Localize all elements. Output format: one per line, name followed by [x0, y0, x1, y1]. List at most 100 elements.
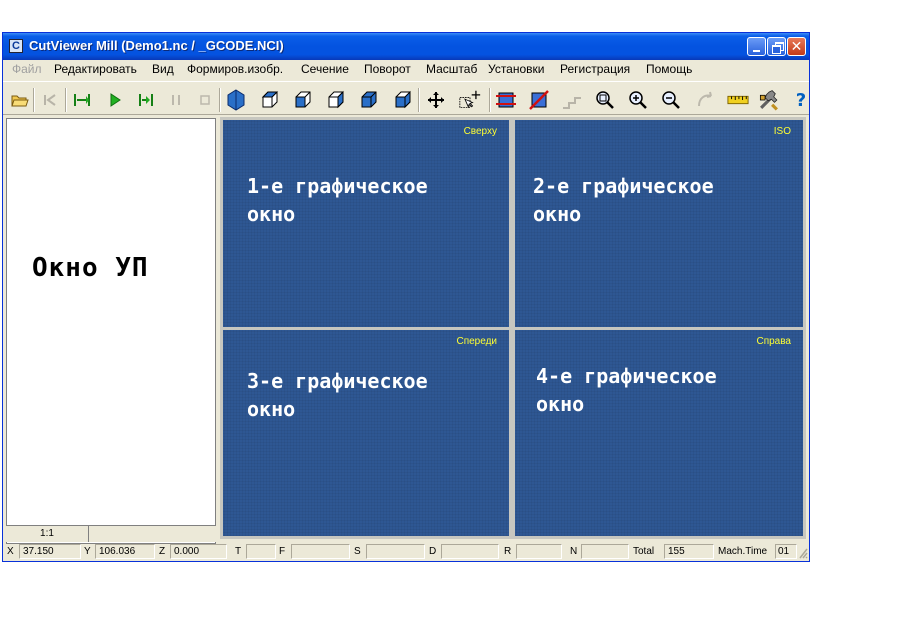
- play-button[interactable]: [104, 89, 126, 111]
- status-mach-time-field: 01: [775, 544, 797, 559]
- graphics-window-2[interactable]: ISO 2-е графическое окно: [512, 117, 806, 330]
- status-total-field: 155: [664, 544, 714, 559]
- graphics-window-1[interactable]: Сверху 1-е графическое окно: [220, 117, 512, 330]
- cube-view-4-icon: [361, 91, 377, 108]
- status-z-label: Z: [159, 546, 166, 557]
- cube-view-3-button[interactable]: [325, 89, 347, 111]
- pause-button[interactable]: [165, 89, 187, 111]
- status-bar: X 37.150 Y 106.036 Z 0.000 T F S D R N T…: [3, 542, 809, 561]
- ruler-button[interactable]: [727, 89, 749, 111]
- graphics-window-3[interactable]: Спереди 3-е графическое окно: [220, 327, 512, 539]
- iso-view-solid-button[interactable]: [225, 89, 247, 111]
- status-z-field: 0.000: [170, 544, 227, 559]
- menu-scale[interactable]: Масштаб: [426, 62, 477, 76]
- graphics-window-4-label: 4-е графическое окно: [536, 364, 717, 416]
- step-back-button[interactable]: [39, 89, 61, 111]
- status-n-label: N: [570, 546, 578, 557]
- close-icon: ✕: [790, 38, 803, 55]
- app-window: C CutViewer Mill (Demo1.nc / _GCODE.NCI)…: [2, 32, 810, 562]
- section-cut-icon: [529, 90, 549, 110]
- view-label-iso: ISO: [773, 126, 791, 137]
- step-forward-button[interactable]: [135, 89, 157, 111]
- menu-render[interactable]: Формиров.изобр.: [187, 62, 283, 76]
- rewind-start-button[interactable]: [71, 89, 93, 111]
- status-mach-time-value: 01: [778, 546, 790, 557]
- ruler-icon: [727, 95, 749, 105]
- help-icon: ?: [795, 89, 807, 111]
- status-r-field: [516, 544, 562, 559]
- status-total-label: Total: [633, 546, 655, 557]
- stop-button[interactable]: [194, 89, 216, 111]
- status-y-label: Y: [84, 546, 91, 557]
- status-d-field: [441, 544, 499, 559]
- view-label-top: Сверху: [463, 126, 497, 137]
- zoom-window-icon: [596, 91, 614, 109]
- section-box-icon: [496, 92, 516, 108]
- pan-move-button[interactable]: [425, 89, 447, 111]
- settings-tools-button[interactable]: [758, 89, 780, 111]
- cube-view-1-button[interactable]: [259, 89, 281, 111]
- status-f-field: [291, 544, 350, 559]
- zoom-in-button[interactable]: [627, 89, 649, 111]
- menu-file[interactable]: Файл: [12, 62, 42, 76]
- step-forward-icon: [139, 94, 153, 106]
- nc-zoom-bar: 1:1: [6, 525, 216, 542]
- menu-rotate[interactable]: Поворот: [364, 62, 411, 76]
- nc-program-label: Окно УП: [32, 253, 149, 283]
- menu-registration[interactable]: Регистрация: [560, 62, 630, 76]
- status-t-field: [246, 544, 276, 559]
- nc-program-pane[interactable]: Окно УП: [6, 118, 216, 544]
- resize-grip-icon[interactable]: [798, 547, 808, 559]
- status-s-label: S: [354, 546, 361, 557]
- menu-settings[interactable]: Установки: [488, 62, 544, 76]
- graphics-window-4[interactable]: Справа 4-е графическое окно: [512, 327, 806, 539]
- zoom-window-button[interactable]: [594, 89, 616, 111]
- rotate-icon: [698, 91, 712, 107]
- restore-button[interactable]: [767, 37, 786, 56]
- minimize-icon: [753, 49, 760, 52]
- status-y-value: 106.036: [99, 546, 136, 557]
- window-title: CutViewer Mill (Demo1.nc / _GCODE.NCI): [29, 38, 284, 53]
- rewind-start-icon: [74, 94, 90, 106]
- menu-edit[interactable]: Редактировать: [54, 62, 137, 76]
- status-total-value: 155: [668, 546, 685, 557]
- open-folder-button[interactable]: [9, 89, 31, 111]
- settings-tools-icon: [759, 90, 778, 111]
- pause-icon: [172, 95, 180, 105]
- status-n-field: [581, 544, 629, 559]
- select-pointer-button[interactable]: [459, 89, 481, 111]
- cube-view-5-button[interactable]: [392, 89, 414, 111]
- rotate-button[interactable]: [694, 89, 716, 111]
- section-cut-button[interactable]: [528, 89, 550, 111]
- status-x-label: X: [7, 546, 14, 557]
- graphics-window-1-label: 1-е графическое окно: [247, 174, 428, 226]
- cube-view-2-button[interactable]: [292, 89, 314, 111]
- stop-icon: [200, 95, 210, 105]
- menu-view[interactable]: Вид: [152, 62, 174, 76]
- section-box-button[interactable]: [495, 89, 517, 111]
- open-folder-icon: [11, 95, 29, 107]
- cube-view-4-button[interactable]: [358, 89, 380, 111]
- menu-section[interactable]: Сечение: [301, 62, 349, 76]
- play-icon: [110, 93, 121, 107]
- view-label-front: Спереди: [456, 336, 497, 347]
- status-mach-time-label: Mach.Time: [718, 546, 768, 557]
- menu-help[interactable]: Помощь: [646, 62, 692, 76]
- zoom-out-icon: [662, 91, 680, 109]
- view-label-right: Справа: [756, 336, 791, 347]
- zoom-out-button[interactable]: [660, 89, 682, 111]
- minimize-button[interactable]: [747, 37, 766, 56]
- zoom-in-icon: [629, 91, 647, 109]
- status-r-label: R: [504, 546, 512, 557]
- help-button[interactable]: ?: [790, 89, 812, 111]
- close-button[interactable]: ✕: [787, 37, 806, 56]
- title-bar[interactable]: C CutViewer Mill (Demo1.nc / _GCODE.NCI)…: [3, 33, 809, 60]
- cube-view-1-icon: [261, 91, 279, 108]
- menu-bar: Файл Редактировать Вид Формиров.изобр. С…: [3, 60, 809, 79]
- section-steps-button[interactable]: [561, 89, 583, 111]
- status-y-field: 106.036: [95, 544, 155, 559]
- graphics-window-3-label: 3-е графическое окно: [247, 369, 428, 421]
- app-icon[interactable]: C: [9, 39, 23, 53]
- status-f-label: F: [279, 546, 286, 557]
- toolbar: ?: [3, 81, 809, 115]
